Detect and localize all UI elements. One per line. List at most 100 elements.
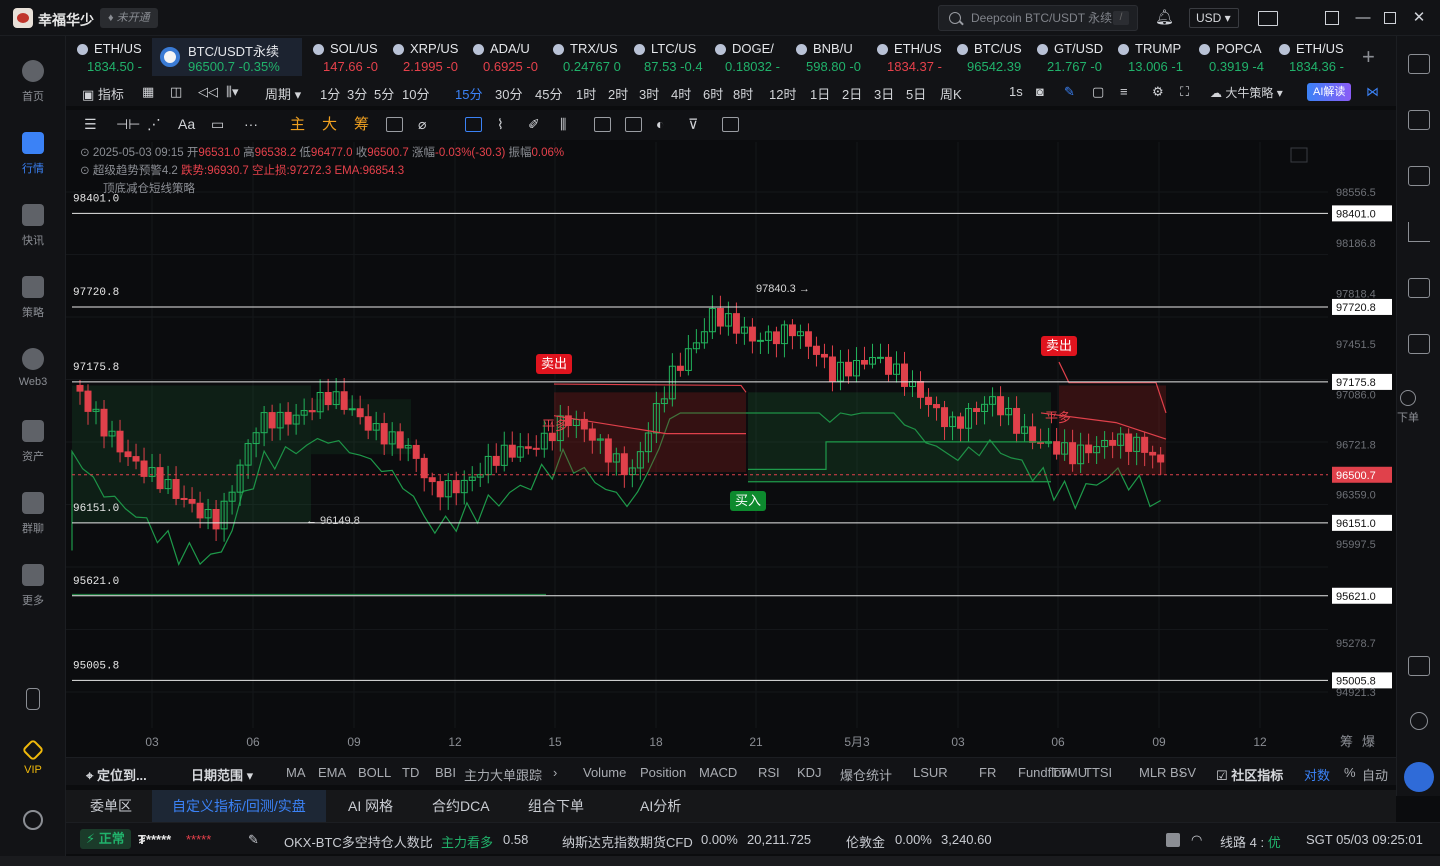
settings-icon[interactable]: ⚙ — [1152, 84, 1164, 100]
timeframe-option[interactable]: 4时 — [671, 84, 691, 103]
timeframe-option[interactable]: 3日 — [874, 84, 894, 103]
timeframe-option[interactable]: 周K — [940, 84, 962, 103]
tab-symbol[interactable]: ETH/US 1834.36 - — [1276, 38, 1356, 76]
trash-icon[interactable] — [722, 117, 739, 132]
lines-icon[interactable]: ☰ — [84, 117, 97, 132]
sidebar-item-web3[interactable]: Web3 — [0, 348, 66, 388]
candle[interactable] — [893, 351, 901, 383]
more-icon[interactable]: ··· — [244, 117, 258, 132]
camera-icon[interactable]: ◙ — [1036, 84, 1044, 99]
candle[interactable] — [756, 332, 764, 355]
ruler-icon[interactable]: ▭ — [211, 117, 224, 132]
sidebar-item-market[interactable]: 行情 — [0, 132, 66, 176]
timeframe-option[interactable]: 5日 — [906, 84, 926, 103]
tab-active-symbol[interactable]: BTC/USDT永续 96500.7 -0.35% — [152, 38, 302, 76]
candle[interactable] — [428, 472, 436, 496]
indicator-option[interactable]: TTSI — [1084, 765, 1112, 780]
big-order-button[interactable]: 大 — [322, 117, 337, 132]
mail-icon[interactable] — [1258, 11, 1278, 26]
axis-corner-label[interactable]: 筹 — [1340, 734, 1353, 749]
candle[interactable] — [748, 318, 756, 354]
tab-symbol[interactable]: ETH/US 1834.50 - — [74, 38, 154, 76]
candle-type-icon[interactable]: ⫼▾ — [226, 84, 239, 100]
timeframe-option[interactable]: 3时 — [639, 84, 659, 103]
headset-icon[interactable] — [1410, 712, 1428, 730]
indicator-option[interactable]: RSI — [758, 765, 780, 780]
calendar-icon[interactable]: ▦ — [142, 84, 154, 100]
maximize-icon[interactable] — [1384, 12, 1396, 24]
bottom-tab[interactable]: AI 网格 — [328, 790, 413, 822]
candle[interactable] — [684, 335, 692, 376]
candle[interactable] — [764, 325, 772, 354]
refresh-icon[interactable] — [386, 117, 403, 132]
sidebar-item-home[interactable]: 首页 — [0, 60, 66, 104]
candle[interactable] — [436, 475, 444, 511]
candle[interactable] — [420, 453, 428, 492]
price-chart[interactable]: 98401.0 98401.0 97720.8 97720.8 97175.8 97175… — [66, 142, 1396, 754]
log-scale-toggle[interactable]: 对数 — [1304, 765, 1330, 784]
candle[interactable] — [820, 343, 828, 369]
tab-symbol[interactable]: SOL/US 147.66 -0 — [310, 38, 390, 76]
bottom-tab[interactable]: 自定义指标/回测/实盘 — [152, 790, 326, 822]
candle[interactable] — [852, 347, 860, 383]
indicator-option[interactable]: Volume — [583, 765, 626, 780]
candle[interactable] — [484, 443, 492, 484]
candle[interactable] — [901, 351, 909, 396]
trend-icon[interactable] — [1408, 222, 1430, 242]
interval-label[interactable]: 1s — [1009, 84, 1023, 99]
tab-symbol[interactable]: ETH/US 1834.37 - — [874, 38, 954, 76]
indicator-row[interactable]: ⊙ 超级趋势预警4.2 跌势:96930.7 空止损:97272.3 EMA:9… — [80, 162, 564, 180]
close-icon[interactable]: ✕ — [1410, 9, 1428, 27]
candle[interactable] — [516, 433, 524, 462]
candle[interactable] — [876, 343, 884, 364]
bottom-tab[interactable]: 合约DCA — [412, 790, 510, 822]
sidebar-item-assets[interactable]: 资产 — [0, 420, 66, 464]
tab-symbol[interactable]: ADA/U 0.6925 -0 — [470, 38, 550, 76]
community-indicator-button[interactable]: ☑ 社区指标 — [1216, 765, 1283, 784]
buy-signal[interactable]: 买入 — [730, 491, 766, 511]
candle-icon[interactable]: ⫼ — [560, 117, 566, 132]
parallel-icon[interactable]: ⋰ — [147, 117, 161, 132]
line-indicator[interactable]: 线路 4 : 优 — [1220, 832, 1281, 851]
period-select[interactable]: 周期 ▾ — [265, 84, 301, 103]
indicator-button[interactable]: ▣ 指标 — [82, 84, 124, 103]
indicator-option[interactable]: BOLL — [358, 765, 391, 780]
timeframe-option[interactable]: 3分 — [347, 84, 367, 103]
eraser-icon[interactable]: ⌀ — [418, 117, 426, 132]
candle[interactable] — [732, 302, 740, 344]
candle[interactable] — [884, 344, 892, 382]
copy-icon[interactable] — [465, 117, 482, 132]
bottom-tab[interactable]: 委单区 — [70, 790, 152, 822]
candle[interactable] — [1053, 428, 1061, 460]
candle[interactable] — [524, 433, 532, 455]
candle[interactable] — [836, 349, 844, 391]
connection-status[interactable]: ⚡ 正常 — [80, 829, 131, 849]
menu-icon[interactable]: ≡ — [1120, 84, 1128, 99]
date-range-select[interactable]: 日期范围 ▾ — [191, 765, 253, 784]
indicator-option[interactable]: FR — [979, 765, 996, 780]
candle[interactable] — [692, 329, 700, 354]
candle[interactable] — [868, 343, 876, 369]
sidebar-item-news[interactable]: 快讯 — [0, 204, 66, 248]
candle[interactable] — [780, 320, 788, 358]
indicator-option[interactable]: TTMU — [1051, 765, 1087, 780]
tab-symbol[interactable]: XRP/US 2.1995 -0 — [390, 38, 470, 76]
popout-icon[interactable] — [1325, 11, 1339, 25]
sidebar-item-strategy[interactable]: 策略 — [0, 276, 66, 320]
candle[interactable] — [492, 443, 500, 473]
assistant-icon[interactable] — [1404, 762, 1434, 792]
indicator-option[interactable]: EMA — [318, 765, 346, 780]
tab-symbol[interactable]: GT/USD 21.767 -0 — [1034, 38, 1114, 76]
candle[interactable] — [532, 435, 540, 457]
chip-button[interactable]: 筹 — [354, 117, 369, 132]
currency-select[interactable]: USD ▾ — [1189, 8, 1239, 28]
monitor-icon[interactable] — [1408, 278, 1430, 298]
chart-canvas[interactable]: 98401.098401.097720.897720.897175.897175… — [66, 142, 1396, 754]
candle[interactable] — [700, 318, 708, 349]
dollar-icon[interactable] — [1408, 166, 1430, 186]
main-chart-button[interactable]: 主 — [290, 117, 305, 132]
tab-symbol[interactable]: TRX/US 0.24767 0 — [550, 38, 630, 76]
indicator-option[interactable]: BSV — [1170, 765, 1196, 780]
lock-icon[interactable] — [594, 117, 611, 132]
indicator-option[interactable]: KDJ — [797, 765, 822, 780]
